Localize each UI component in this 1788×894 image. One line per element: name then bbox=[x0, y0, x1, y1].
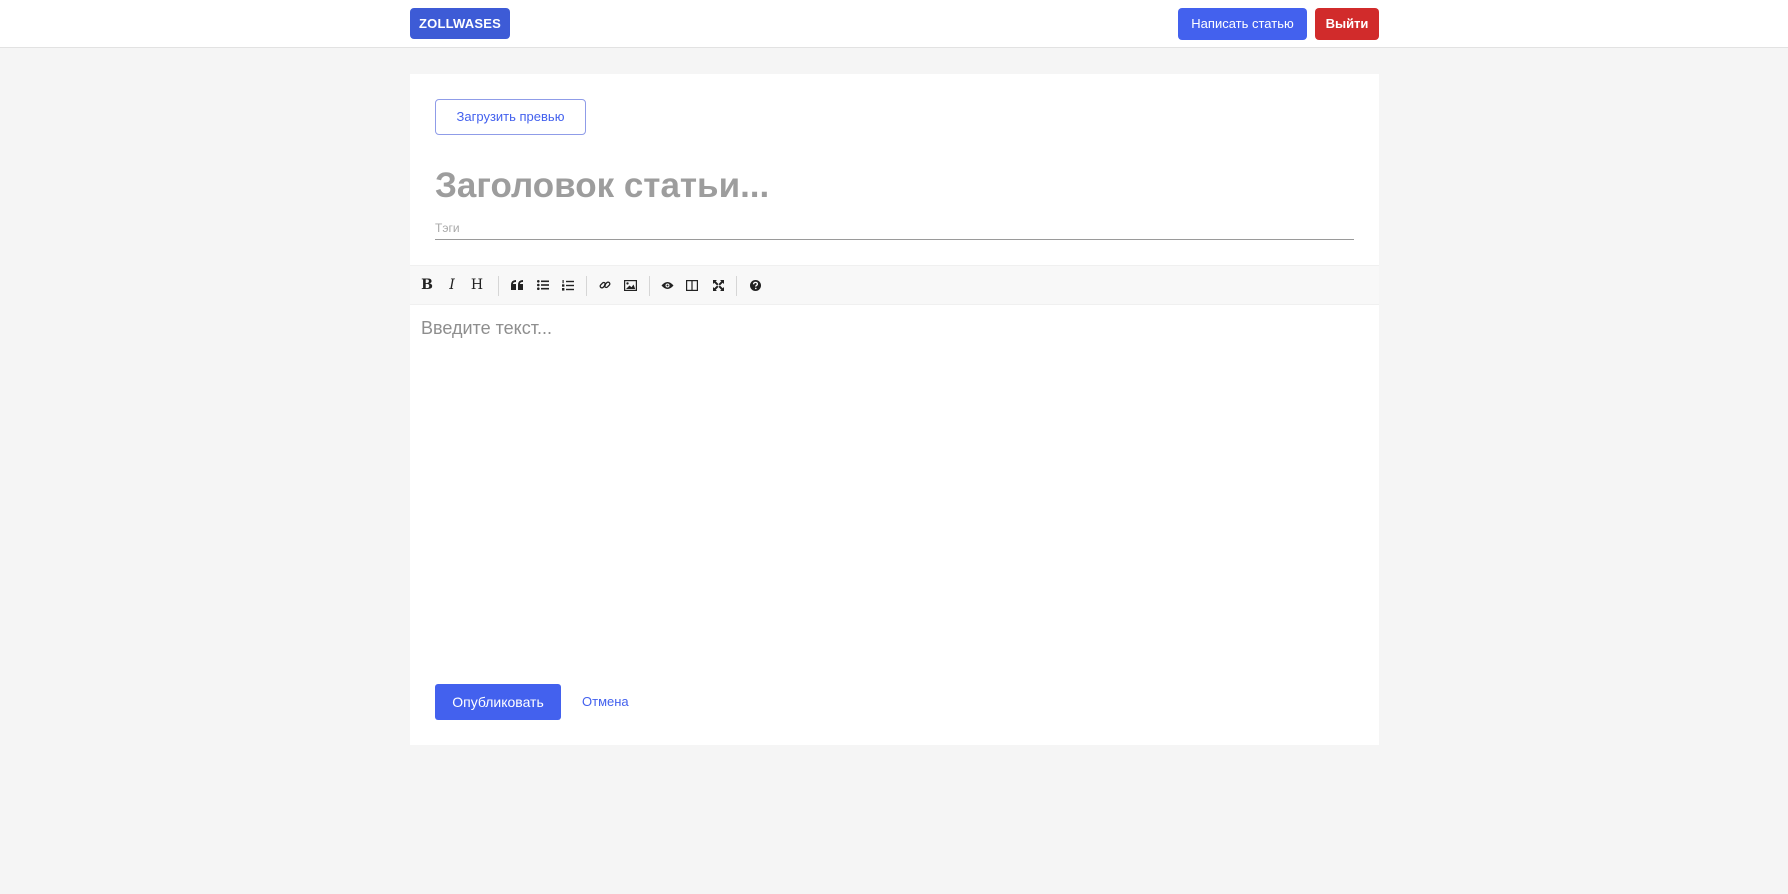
heading-icon[interactable]: H bbox=[466, 274, 488, 296]
ordered-list-icon[interactable] bbox=[557, 274, 579, 296]
tags-input[interactable] bbox=[435, 216, 1354, 240]
toolbar-separator bbox=[649, 276, 650, 296]
quote-icon[interactable] bbox=[506, 274, 528, 296]
logo[interactable]: ZOLLWASES bbox=[410, 8, 510, 39]
article-body-editor[interactable] bbox=[410, 306, 1379, 646]
unordered-list-icon[interactable] bbox=[532, 274, 554, 296]
preview-icon[interactable] bbox=[656, 274, 678, 296]
image-icon[interactable] bbox=[619, 274, 641, 296]
top-navbar: ZOLLWASES Написать статью Выйти bbox=[0, 0, 1788, 48]
link-icon[interactable] bbox=[594, 274, 616, 296]
italic-icon[interactable]: I bbox=[441, 274, 463, 296]
help-icon[interactable] bbox=[744, 274, 766, 296]
toolbar-separator bbox=[586, 276, 587, 296]
article-editor-card: Загрузить превью B I H bbox=[410, 74, 1379, 745]
bold-icon[interactable]: B bbox=[416, 274, 438, 296]
cancel-link[interactable]: Отмена bbox=[582, 684, 629, 720]
article-title-input[interactable] bbox=[435, 162, 1355, 210]
publish-button[interactable]: Опубликовать bbox=[435, 684, 561, 720]
fullscreen-icon[interactable] bbox=[707, 274, 729, 296]
markdown-toolbar: B I H bbox=[410, 265, 1379, 305]
toolbar-separator bbox=[736, 276, 737, 296]
side-by-side-icon[interactable] bbox=[681, 274, 703, 296]
upload-preview-button[interactable]: Загрузить превью bbox=[435, 99, 586, 135]
write-article-button[interactable]: Написать статью bbox=[1178, 8, 1307, 40]
logout-button[interactable]: Выйти bbox=[1315, 8, 1379, 40]
toolbar-separator bbox=[498, 276, 499, 296]
